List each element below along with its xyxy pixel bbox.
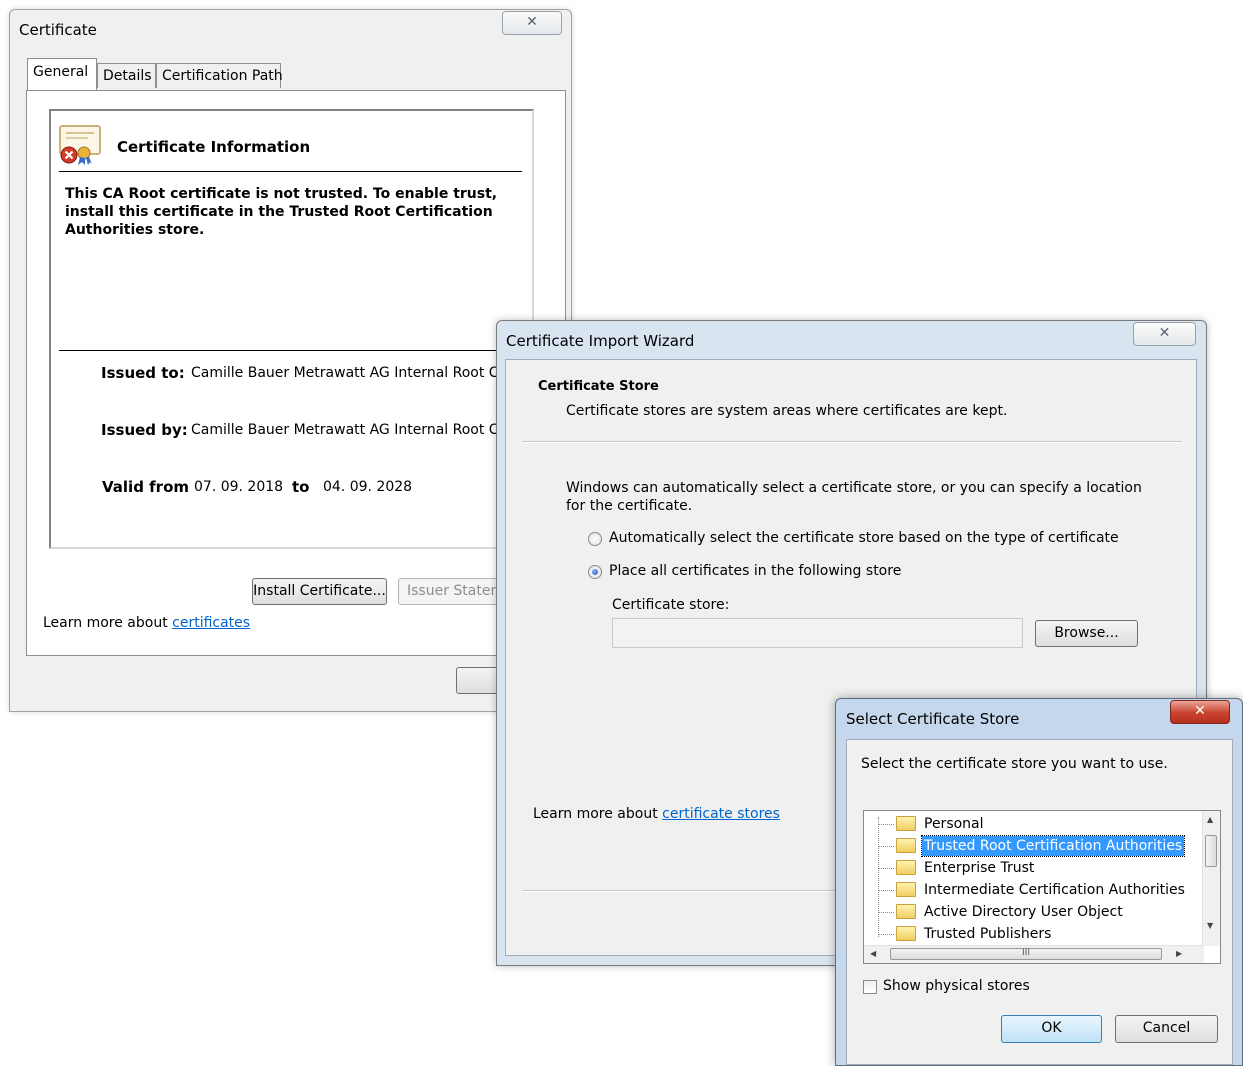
cancel-button[interactable]: Cancel	[1115, 1015, 1218, 1043]
import-wizard-title: Certificate Import Wizard	[506, 332, 695, 350]
scroll-thumb[interactable]: III	[890, 948, 1162, 960]
close-icon: ✕	[1158, 325, 1171, 341]
folder-icon	[896, 882, 916, 897]
auto-select-label[interactable]: Automatically select the certificate sto…	[609, 530, 1119, 546]
divider	[522, 441, 1182, 443]
certificate-window-title: Certificate	[19, 21, 97, 39]
folder-icon	[896, 838, 916, 853]
auto-select-radio[interactable]	[588, 532, 602, 546]
general-tab-panel: Certificate Information This CA Root cer…	[26, 90, 566, 656]
valid-to-label: to	[292, 478, 310, 496]
select-store-content: Select the certificate store you want to…	[846, 739, 1233, 1065]
select-store-prompt: Select the certificate store you want to…	[861, 756, 1168, 772]
certificate-error-icon	[59, 125, 101, 165]
divider	[59, 171, 522, 172]
close-icon: ✕	[1194, 703, 1206, 719]
store-item-label: Trusted Root Certification Authorities	[920, 835, 1186, 857]
folder-icon	[896, 926, 916, 941]
scroll-down-icon[interactable]: ▼	[1207, 921, 1213, 930]
tab-general[interactable]: General	[27, 58, 97, 90]
certificate-window: Certificate ✕ General Details Certificat…	[9, 9, 572, 712]
tree-connector	[878, 817, 879, 937]
learn-more-stores: Learn more about certificate stores	[533, 806, 780, 822]
valid-from-label: Valid from	[102, 478, 190, 496]
select-store-title: Select Certificate Store	[846, 710, 1020, 728]
section-title: Certificate Store	[538, 379, 659, 394]
scroll-thumb[interactable]	[1205, 835, 1217, 867]
ok-button[interactable]: OK	[1001, 1015, 1102, 1043]
scroll-up-icon[interactable]: ▲	[1207, 815, 1213, 824]
issued-to-label: Issued to:	[101, 364, 185, 382]
select-store-dialog: Select Certificate Store ✕ Select the ce…	[835, 698, 1243, 1066]
store-item-label: Trusted Publishers	[924, 926, 1052, 942]
place-all-radio[interactable]	[588, 565, 602, 579]
certificate-info-heading: Certificate Information	[117, 138, 311, 156]
place-all-label[interactable]: Place all certificates in the following …	[609, 563, 901, 579]
close-button[interactable]: ✕	[1170, 700, 1230, 724]
certificate-stores-link[interactable]: certificate stores	[662, 806, 780, 822]
tab-certification-path[interactable]: Certification Path	[156, 63, 283, 88]
store-item-label: Personal	[924, 816, 984, 832]
certificates-link[interactable]: certificates	[172, 615, 250, 631]
issued-by-label: Issued by:	[101, 421, 188, 439]
folder-icon	[896, 816, 916, 831]
store-item-label: Active Directory User Object	[924, 904, 1123, 920]
browse-button[interactable]: Browse...	[1035, 620, 1138, 647]
learn-more-text: Learn more about	[43, 615, 168, 631]
issued-by-value: Camille Bauer Metrawatt AG Internal Root…	[191, 422, 509, 438]
store-tree[interactable]: Personal Trusted Root Certification Auth…	[863, 810, 1221, 964]
show-physical-label[interactable]: Show physical stores	[883, 978, 1030, 994]
close-button[interactable]: ✕	[502, 11, 562, 35]
valid-from-value: 07. 09. 2018	[194, 479, 284, 495]
folder-icon	[896, 860, 916, 875]
certificate-store-field[interactable]	[612, 618, 1023, 648]
show-physical-checkbox[interactable]	[863, 980, 877, 994]
section-subtitle: Certificate stores are system areas wher…	[566, 403, 1008, 419]
learn-more-certificates: Learn more about certificates	[43, 615, 250, 631]
issuer-statement-button[interactable]: Issuer Statem	[398, 578, 508, 605]
store-item-label: Enterprise Trust	[924, 860, 1035, 876]
close-icon: ✕	[526, 14, 538, 30]
learn-more-text: Learn more about	[533, 806, 658, 822]
divider	[59, 350, 534, 351]
store-item-label: Intermediate Certification Authorities	[924, 882, 1185, 898]
folder-icon	[896, 904, 916, 919]
trust-warning-text: This CA Root certificate is not trusted.…	[65, 186, 498, 238]
certificate-info-box: Certificate Information This CA Root cer…	[49, 109, 534, 549]
store-description: Windows can automatically select a certi…	[566, 480, 1142, 514]
vertical-scrollbar[interactable]: ▲ ▼	[1202, 811, 1220, 946]
certificate-store-label: Certificate store:	[612, 597, 730, 613]
valid-to-value: 04. 09. 2028	[323, 479, 413, 495]
close-button[interactable]: ✕	[1133, 322, 1196, 346]
issued-to-value: Camille Bauer Metrawatt AG Internal Root…	[191, 365, 509, 381]
tab-details[interactable]: Details	[97, 63, 156, 88]
install-certificate-button[interactable]: Install Certificate...	[252, 578, 387, 605]
horizontal-scrollbar[interactable]: ◀ III ▶	[864, 945, 1204, 963]
scroll-right-icon[interactable]: ▶	[1176, 949, 1182, 958]
scroll-left-icon[interactable]: ◀	[870, 949, 876, 958]
